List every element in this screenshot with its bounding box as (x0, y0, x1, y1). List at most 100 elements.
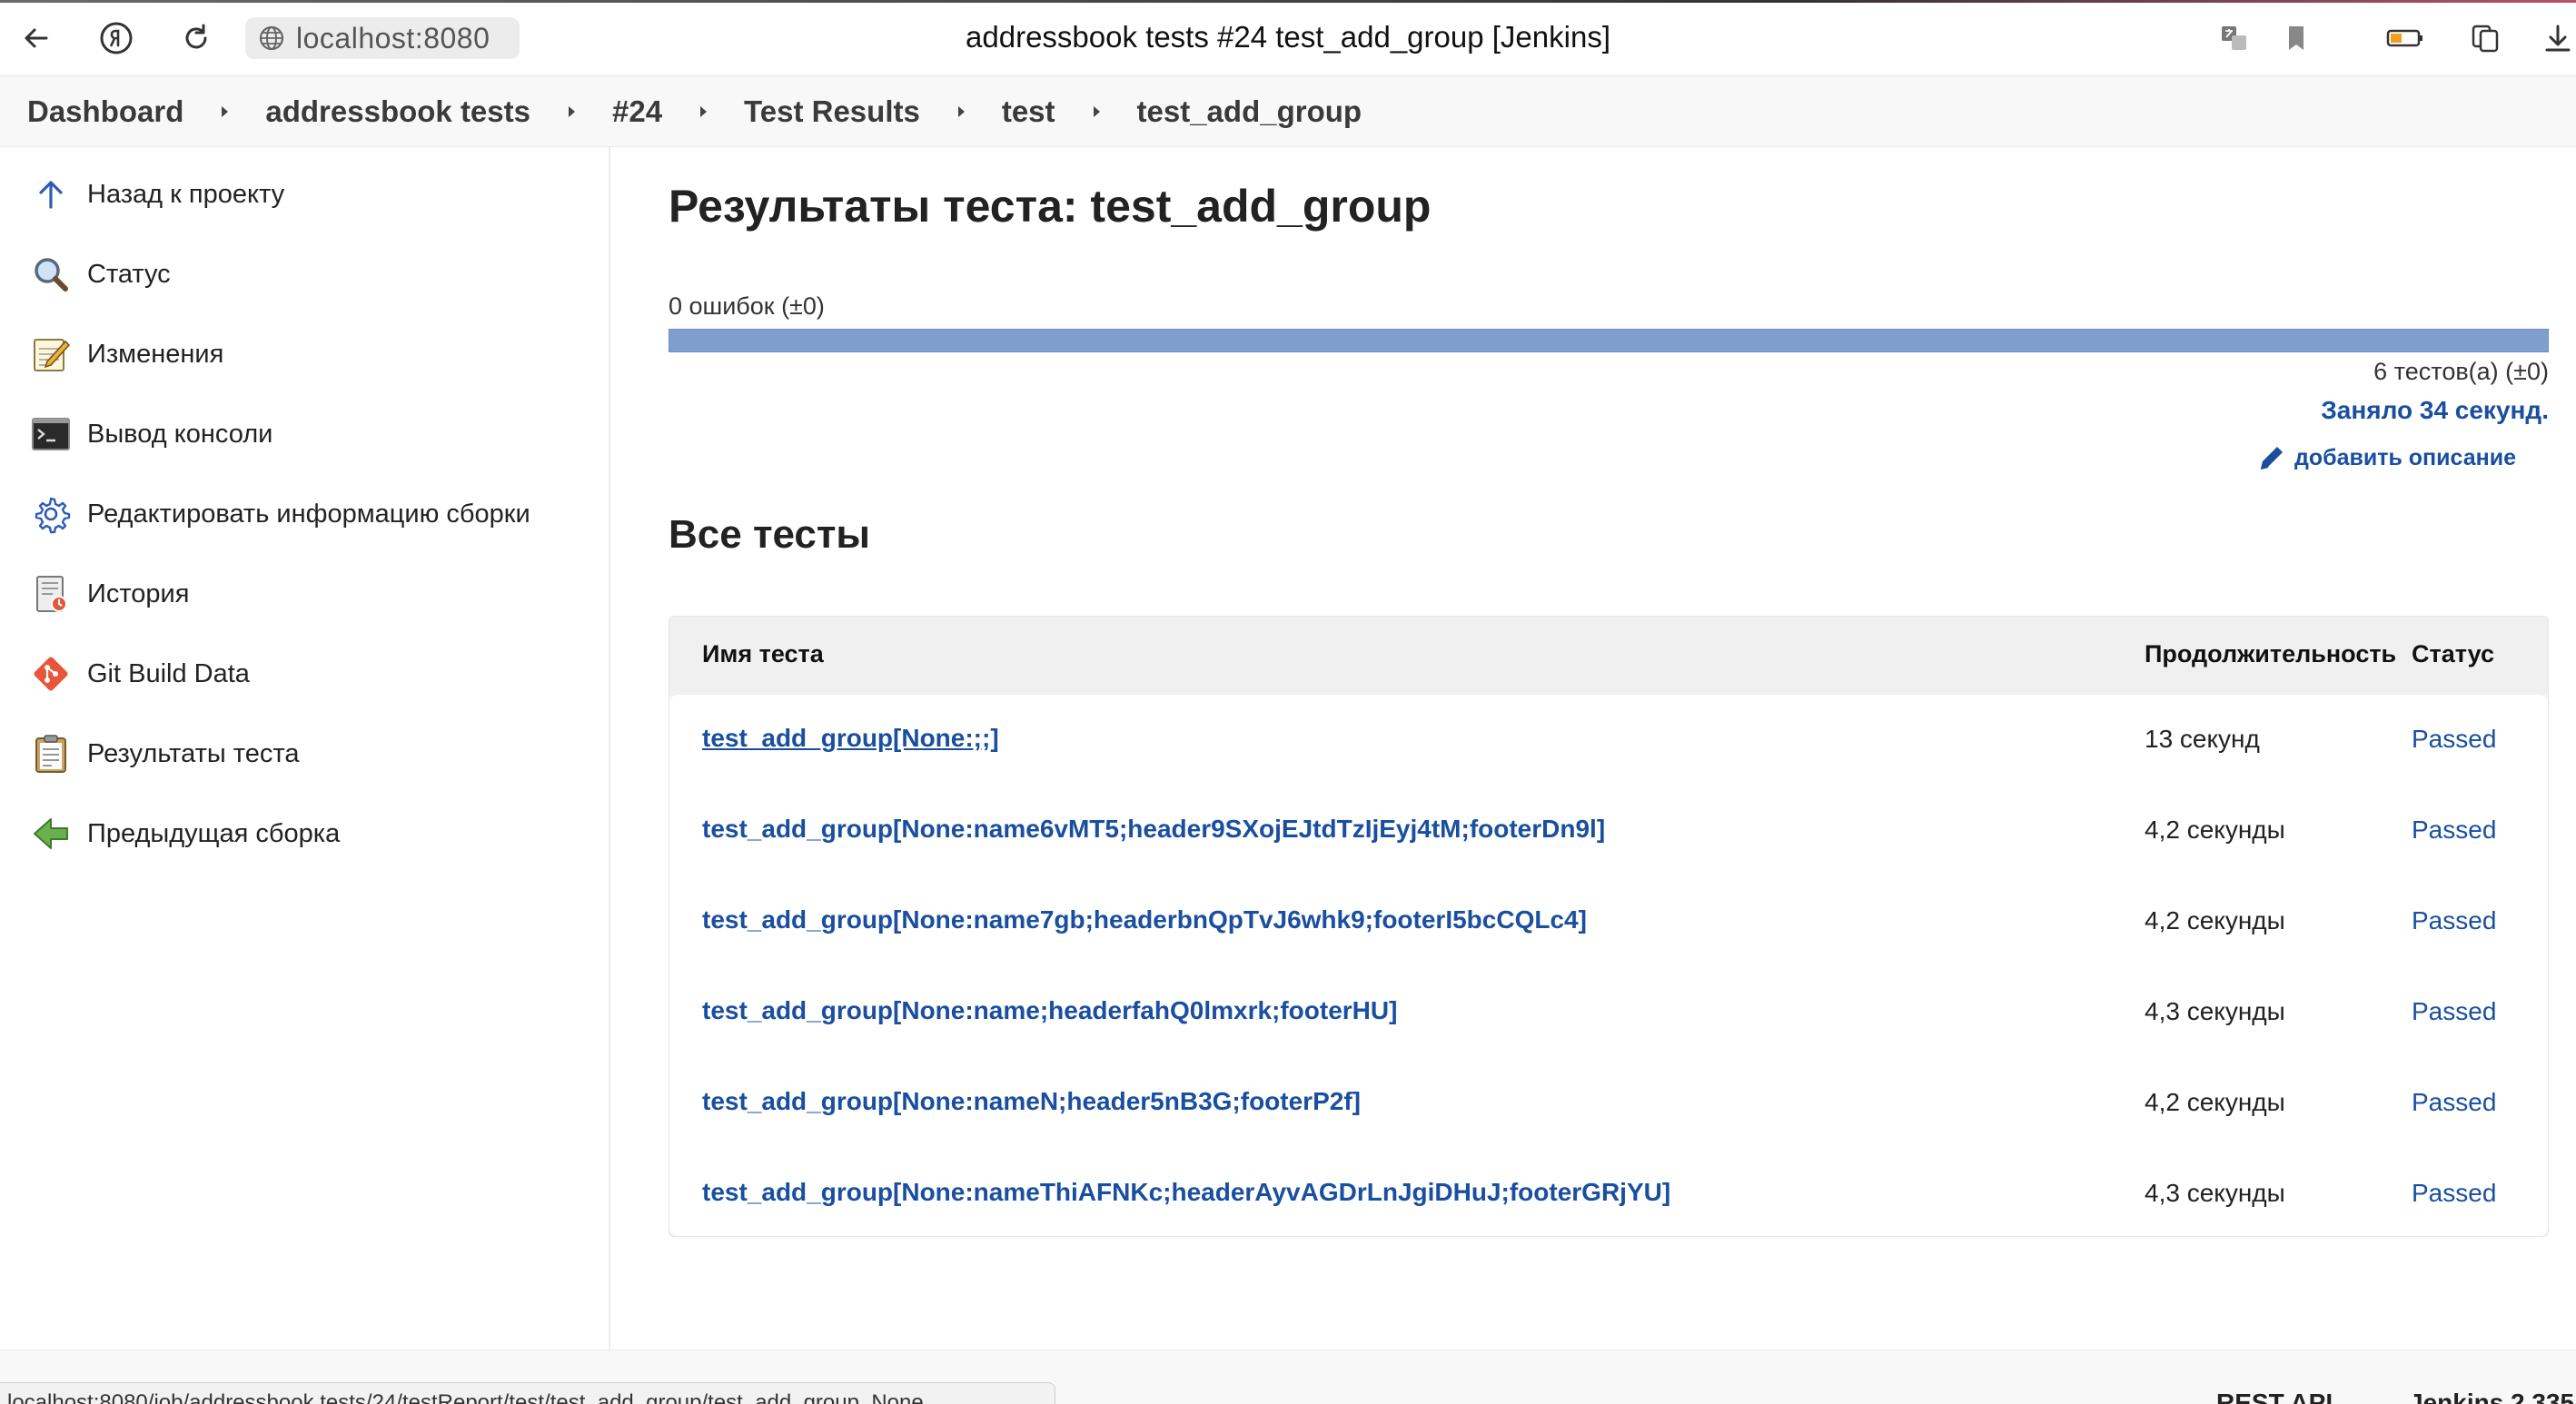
table-row: test_add_group[None:nameThiAFNKc;headerA… (669, 1149, 2548, 1240)
yandex-logo-icon (100, 22, 133, 54)
window-top-border (0, 0, 2576, 3)
url-text: localhost:8080 (296, 21, 490, 54)
sidebar: Назад к проекту Статус Изменения Вывод к… (0, 147, 610, 1350)
chevron-right-icon[interactable] (1055, 105, 1137, 118)
test-status: Passed (2412, 1088, 2497, 1116)
test-duration: 13 секунд (2145, 725, 2260, 753)
test-name-link[interactable]: test_add_group[None:nameN;header5nB3G;fo… (702, 1087, 1361, 1116)
test-status: Passed (2412, 725, 2497, 753)
breadcrumb-test[interactable]: test (1002, 94, 1055, 129)
address-bar[interactable]: localhost:8080 (245, 17, 520, 59)
back-button[interactable] (15, 16, 58, 60)
collections-icon (2472, 25, 2499, 53)
sidebar-item-back-to-project[interactable]: Назад к проекту (27, 167, 590, 222)
test-duration: 4,3 секунды (2145, 997, 2285, 1025)
sidebar-item-changes[interactable]: Изменения (27, 327, 590, 381)
page-tab-title: addressbook tests #24 test_add_group [Je… (966, 20, 1610, 54)
column-header-status[interactable]: Статус (2412, 640, 2494, 668)
translate-button[interactable] (2213, 16, 2256, 60)
test-status: Passed (2412, 816, 2497, 844)
sidebar-item-label: Изменения (87, 339, 224, 369)
column-header-duration[interactable]: Продолжительность (2145, 640, 2396, 668)
sidebar-item-previous-build[interactable]: Предыдущая сборка (27, 806, 590, 861)
bookmark-button[interactable] (2274, 16, 2318, 60)
hover-url: localhost:8080/job/addressbook tests/24/… (7, 1390, 924, 1404)
history-icon (27, 570, 74, 618)
bookmark-icon (2289, 26, 2304, 50)
sidebar-item-console-output[interactable]: Вывод консоли (27, 407, 590, 461)
arrow-up-icon (27, 171, 74, 218)
sidebar-item-status[interactable]: Статус (27, 247, 590, 302)
chevron-right-icon[interactable] (530, 105, 612, 118)
downloads-button[interactable] (2536, 16, 2576, 60)
back-arrow-icon (25, 28, 48, 48)
tests-table: Имя теста Продолжительность Статус test_… (669, 616, 2549, 1237)
breadcrumb-project[interactable]: addressbook tests (265, 94, 530, 129)
gear-icon (27, 490, 74, 538)
chevron-right-icon[interactable] (183, 105, 265, 118)
breadcrumb-test-results[interactable]: Test Results (744, 94, 920, 129)
column-header-test-name[interactable]: Имя теста (702, 640, 824, 668)
sidebar-item-label: Предыдущая сборка (87, 818, 341, 848)
sidebar-item-label: Статус (87, 259, 171, 289)
sidebar-item-label: Редактировать информацию сборки (87, 499, 530, 529)
test-name-link[interactable]: test_add_group[None:name7gb;headerbnQpTv… (702, 905, 1587, 934)
test-status: Passed (2412, 997, 2497, 1025)
test-status: Passed (2412, 1179, 2497, 1207)
total-duration-link[interactable]: Заняло 34 секунд. (2321, 396, 2549, 425)
rest-api-link[interactable]: REST API (2216, 1389, 2333, 1404)
pencil-icon (2256, 442, 2287, 473)
all-tests-heading: Все тесты (669, 512, 870, 557)
sidebar-item-label: Git Build Data (87, 658, 250, 688)
test-duration: 4,3 секунды (2145, 1179, 2285, 1207)
yandex-button[interactable] (94, 16, 138, 60)
battery-saver-button[interactable] (2383, 16, 2427, 60)
sidebar-item-history[interactable]: История (27, 567, 590, 621)
collections-button[interactable] (2463, 16, 2507, 60)
reload-icon (185, 24, 207, 49)
breadcrumb-dashboard[interactable]: Dashboard (27, 94, 183, 129)
terminal-icon (27, 410, 74, 458)
browser-toolbar: localhost:8080 addressbook tests #24 tes… (0, 0, 2576, 76)
test-status: Passed (2412, 906, 2497, 934)
browser-status-bar: localhost:8080/job/addressbook tests/24/… (0, 1382, 1055, 1404)
table-row: test_add_group[None:name;headerfahQ0lmxr… (669, 967, 2548, 1058)
test-name-link[interactable]: test_add_group[None:name6vMT5;header9SXo… (702, 815, 1605, 844)
test-duration: 4,2 секунды (2145, 1088, 2285, 1116)
reload-button[interactable] (174, 16, 218, 60)
page-title: Результаты теста: test_add_group (669, 181, 1432, 232)
sidebar-item-label: История (87, 578, 190, 608)
notepad-icon (27, 331, 74, 378)
globe-icon (256, 23, 287, 54)
table-row: test_add_group[None:name6vMT5;header9SXo… (669, 786, 2548, 876)
chevron-right-icon[interactable] (662, 105, 744, 118)
table-header: Имя теста Продолжительность Статус (669, 617, 2548, 695)
sidebar-item-test-results[interactable]: Результаты теста (27, 727, 590, 781)
download-icon (2545, 25, 2571, 52)
table-row: test_add_group[None:name7gb;headerbnQpTv… (669, 876, 2548, 967)
add-description-link[interactable]: добавить описание (2256, 442, 2516, 473)
sidebar-item-label: Вывод консоли (87, 419, 273, 449)
table-body: test_add_group[None:;;] 13 секунд Passed… (669, 695, 2548, 1236)
breadcrumb-test-add-group[interactable]: test_add_group (1137, 94, 1362, 129)
test-progress-bar (669, 329, 2549, 352)
test-duration: 4,2 секунды (2145, 906, 2285, 934)
chevron-right-icon[interactable] (920, 105, 1002, 118)
add-description-label: добавить описание (2294, 444, 2516, 470)
sidebar-item-label: Назад к проекту (87, 179, 285, 209)
test-count: 6 тестов(а) (±0) (2373, 358, 2549, 385)
battery-icon (2386, 29, 2422, 47)
sidebar-item-git-build-data[interactable]: Git Build Data (27, 647, 590, 701)
breadcrumb-build[interactable]: #24 (612, 94, 662, 129)
test-name-link[interactable]: test_add_group[None:;;] (702, 724, 999, 753)
table-row: test_add_group[None:nameN;header5nB3G;fo… (669, 1058, 2548, 1149)
jenkins-version-link[interactable]: Jenkins 2.335 (2409, 1389, 2574, 1404)
test-name-link[interactable]: test_add_group[None:name;headerfahQ0lmxr… (702, 996, 1397, 1025)
clipboard-icon (27, 730, 74, 777)
breadcrumb: Dashboard addressbook tests #24 Test Res… (0, 76, 2576, 147)
sidebar-item-label: Результаты теста (87, 738, 300, 768)
sidebar-item-edit-build-info[interactable]: Редактировать информацию сборки (27, 487, 590, 541)
table-row: test_add_group[None:;;] 13 секунд Passed (669, 695, 2548, 786)
test-name-link[interactable]: test_add_group[None:nameThiAFNKc;headerA… (702, 1178, 1670, 1207)
magnifier-icon (27, 251, 74, 298)
